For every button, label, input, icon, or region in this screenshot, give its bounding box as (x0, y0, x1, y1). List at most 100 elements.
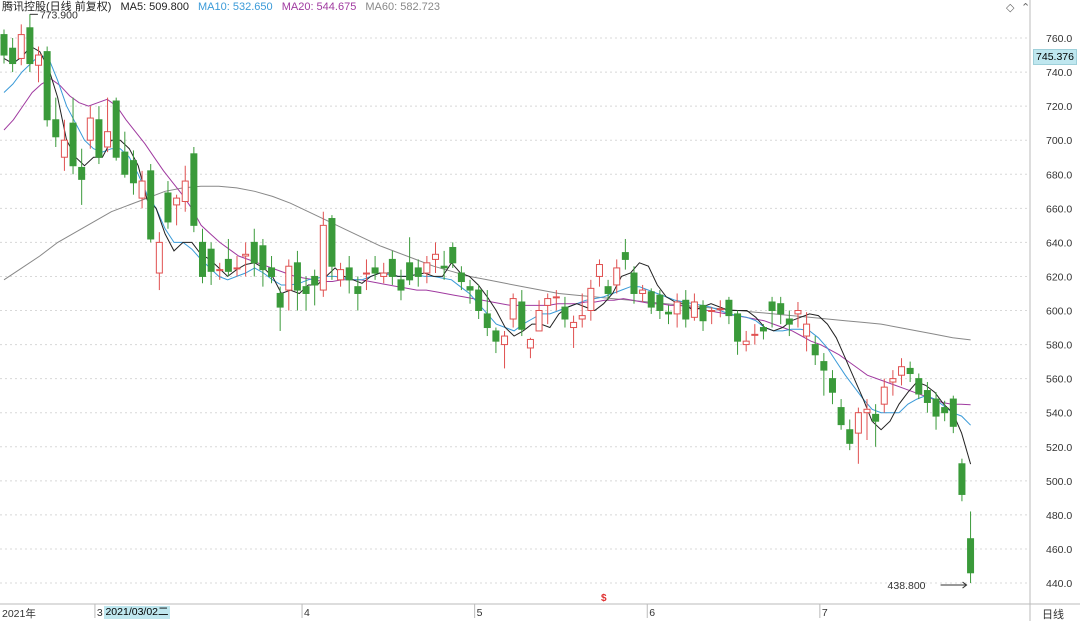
candle-body (388, 258, 396, 277)
candle-body (803, 323, 811, 337)
candle-body (854, 412, 862, 434)
candle-body (535, 310, 543, 332)
candle-body (285, 265, 293, 291)
candle-body (242, 253, 250, 257)
candle-body (224, 258, 232, 272)
candle-body (639, 289, 647, 294)
x-tick-label: 3 (97, 607, 103, 619)
candle-body (941, 407, 949, 414)
candle-body (181, 180, 189, 202)
candle-body (656, 294, 664, 311)
y-tick-label: 480.0 (1046, 510, 1072, 522)
candle-body (52, 119, 60, 138)
candle-body (561, 306, 569, 320)
candle-body (501, 335, 509, 346)
candle-body (734, 313, 742, 342)
candle-body (9, 47, 17, 65)
dividend-marker: $ (601, 593, 607, 604)
candle-body (362, 272, 370, 275)
candle-body (354, 286, 362, 294)
y-tick-label: 620.0 (1046, 271, 1072, 283)
candle-body (630, 272, 638, 294)
candle-body (889, 378, 897, 383)
candle-body (958, 463, 966, 495)
candle-body (673, 301, 681, 315)
candle-body (86, 117, 94, 141)
y-tick-label: 600.0 (1046, 306, 1072, 318)
candle-body (898, 366, 906, 376)
candle-body (268, 267, 276, 277)
y-tick-label: 680.0 (1046, 169, 1072, 181)
x-tick-label: 6 (649, 607, 655, 619)
candle-body (440, 265, 448, 269)
candle-body (345, 267, 353, 281)
candle-body (0, 34, 8, 56)
candle-body (725, 299, 733, 317)
candle-body (337, 269, 345, 281)
period-button[interactable]: 日线 (1042, 606, 1064, 622)
candle-body (777, 303, 785, 315)
candle-body (759, 327, 767, 332)
candle-body (544, 298, 552, 306)
candle-body (595, 264, 603, 277)
candle-body (932, 398, 940, 417)
candle-body (380, 272, 388, 277)
year-label: 2021年 (2, 608, 36, 620)
candle-body (276, 292, 284, 308)
candle-body (190, 153, 198, 226)
candle-body (302, 286, 310, 294)
candle-body (837, 407, 845, 426)
candle-body (475, 289, 483, 311)
candle-body (578, 315, 586, 320)
candle-body (621, 252, 629, 260)
candle-body (923, 390, 931, 403)
candle-body (104, 131, 112, 148)
candle-body (708, 310, 716, 312)
candle-body (121, 151, 129, 175)
max-price-label: 773.900 (40, 9, 78, 21)
candle-body (768, 301, 776, 311)
y-tick-label: 500.0 (1046, 476, 1072, 488)
candle-body (742, 340, 750, 346)
candle-body (432, 253, 439, 260)
candle-body (406, 262, 414, 281)
candle-body (138, 180, 146, 199)
candle-body (872, 413, 880, 422)
candle-body (949, 398, 957, 427)
candle-body (112, 100, 120, 158)
candle-body (35, 54, 43, 66)
candle-body (95, 119, 103, 158)
candle-body (466, 286, 474, 291)
candle-body (414, 267, 422, 277)
x-tick-label: 7 (822, 607, 828, 619)
candle-body (552, 296, 560, 299)
candle-body (682, 299, 690, 320)
candle-body (906, 367, 914, 375)
candle-body (328, 218, 336, 267)
ma5-line (3, 45, 972, 465)
candle-body (613, 267, 621, 286)
candle-body (863, 408, 871, 414)
candle-body (147, 170, 155, 240)
candle-body (198, 241, 206, 277)
candle-body (570, 321, 578, 329)
candle-body (967, 538, 975, 574)
candle-body (509, 298, 517, 320)
candle-body (449, 246, 457, 264)
candlestick-chart: 760.0 740.0 720.0 700.0 680.0 660.0 640.0 620.0… (0, 0, 1080, 621)
candle-body (915, 378, 923, 395)
candle-body (665, 311, 673, 315)
min-price-label: 438.800 (888, 580, 926, 592)
candle-body (371, 267, 379, 274)
candle-body (794, 310, 802, 315)
candle-body (129, 160, 137, 184)
candle-body (60, 139, 68, 158)
y-tick-label: 660.0 (1046, 203, 1072, 215)
candle-body (250, 241, 258, 264)
y-tick-label: 760.0 (1046, 33, 1072, 45)
candle-body (69, 122, 77, 167)
current-price-badge: 745.376 (1033, 49, 1077, 65)
candle-body (699, 304, 707, 322)
y-tick-label: 440.0 (1046, 578, 1072, 590)
candle-body (293, 262, 301, 291)
